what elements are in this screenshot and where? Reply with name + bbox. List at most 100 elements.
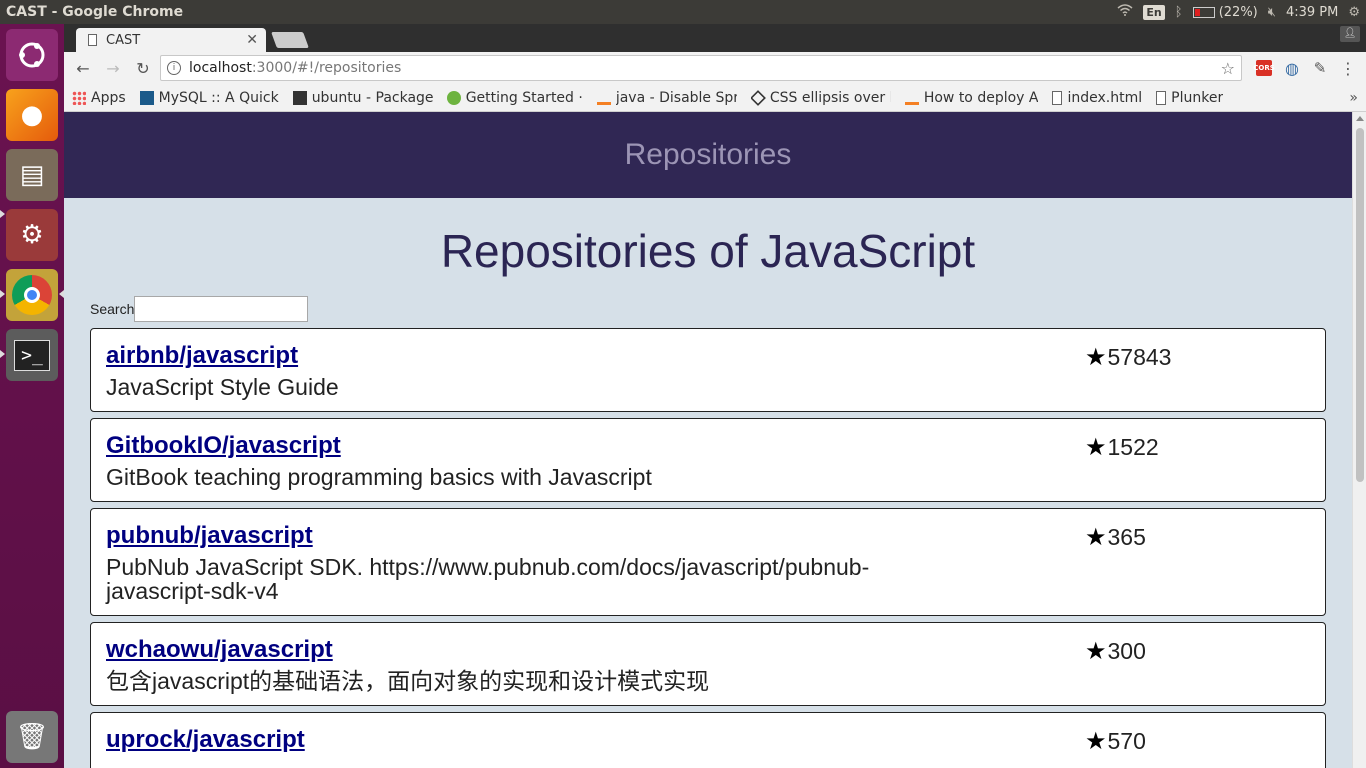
volume-muted-icon[interactable]: 🔇︎ xyxy=(1268,5,1276,20)
firefox-icon: ● xyxy=(20,100,44,130)
ubuntu-logo-icon xyxy=(19,42,45,68)
repo-list: airbnb/javascript JavaScript Style Guide… xyxy=(90,328,1326,768)
bookmark-label: Plunker xyxy=(1171,89,1224,106)
repo-link[interactable]: GitbookIO/javascript xyxy=(106,431,341,461)
running-indicator xyxy=(0,290,5,298)
kebab-menu-icon: ⋮ xyxy=(1340,58,1356,78)
info-icon[interactable]: i xyxy=(167,61,181,75)
cors-icon: CORS xyxy=(1253,60,1275,76)
bookmark-label: MySQL :: A Quick xyxy=(158,89,279,106)
repo-card: GitbookIO/javascript GitBook teaching pr… xyxy=(90,418,1326,502)
bookmark-label: index.html xyxy=(1067,89,1143,106)
eyedropper-extension-button[interactable]: ✎ xyxy=(1308,56,1332,80)
battery-indicator[interactable]: (22%) xyxy=(1192,4,1258,20)
bookmarks-overflow-button[interactable]: » xyxy=(1349,90,1358,106)
app-header-title: Repositories xyxy=(624,138,792,171)
repo-card: uprock/javascript ★ 570 xyxy=(90,712,1326,768)
launcher-chrome[interactable] xyxy=(6,269,58,321)
wifi-icon[interactable] xyxy=(1117,4,1133,20)
file-cabinet-icon: ▤ xyxy=(19,160,45,190)
bookmark-apps[interactable]: Apps xyxy=(72,90,126,106)
profile-icon[interactable]: 👤︎ xyxy=(1340,26,1360,42)
url-host: localhost xyxy=(189,60,252,76)
forward-button[interactable]: → xyxy=(100,55,126,81)
search-input[interactable] xyxy=(134,296,309,322)
repo-link[interactable]: pubnub/javascript xyxy=(106,521,313,551)
repo-link[interactable]: uprock/javascript xyxy=(106,725,305,755)
star-icon: ★ xyxy=(1085,728,1107,755)
battery-percent: (22%) xyxy=(1218,4,1258,20)
system-tray: En ᛒ (22%) 🔇︎ 4:39 PM ⚙ xyxy=(1117,0,1366,24)
bookmark-java-disable[interactable]: java - Disable Spr xyxy=(596,90,737,106)
eyedropper-icon: ✎ xyxy=(1313,59,1327,77)
repo-link[interactable]: airbnb/javascript xyxy=(106,341,298,371)
scrollbar-thumb[interactable] xyxy=(1356,128,1364,482)
running-indicator xyxy=(0,210,5,218)
bookmark-label: Apps xyxy=(91,89,126,106)
page-title: Repositories of JavaScript xyxy=(440,225,976,277)
reload-button[interactable]: ↻ xyxy=(130,55,156,81)
window-title: CAST - Google Chrome xyxy=(6,4,184,20)
bookmark-star-icon[interactable]: ☆ xyxy=(1221,59,1235,78)
repo-card: airbnb/javascript JavaScript Style Guide… xyxy=(90,328,1326,412)
star-icon: ★ xyxy=(1085,524,1107,551)
page-scrollbar[interactable] xyxy=(1352,112,1366,768)
close-tab-icon[interactable]: ✕ xyxy=(246,32,258,48)
repo-stars: ★ 365 xyxy=(1085,523,1146,552)
page-viewport: Repositories Repositories of JavaScript … xyxy=(64,112,1366,768)
chrome-icon xyxy=(12,275,52,315)
launcher-trash[interactable]: 🗑︎ xyxy=(6,711,58,763)
bookmarks-bar: Apps MySQL :: A Quick ubuntu - Package G… xyxy=(64,84,1366,112)
page-icon xyxy=(1156,90,1167,105)
launcher-terminal[interactable]: >_ xyxy=(6,329,58,381)
tab-title: CAST xyxy=(106,32,141,48)
star-count: 57843 xyxy=(1107,344,1172,370)
address-bar[interactable]: i localhost:3000/#!/repositories ☆ xyxy=(160,55,1242,81)
launcher-system-settings[interactable]: ⚙ xyxy=(6,209,58,261)
page-icon xyxy=(1052,90,1063,105)
bluetooth-icon[interactable]: ᛒ xyxy=(1175,5,1183,20)
repo-description: GitBook teaching programming basics with… xyxy=(106,464,652,490)
bookmark-ubuntu-package[interactable]: ubuntu - Package xyxy=(292,90,433,106)
star-count: 365 xyxy=(1107,524,1146,550)
bookmark-label: How to deploy A xyxy=(923,89,1039,106)
launcher: ● ▤ ⚙ >_ 🗑︎ xyxy=(0,24,64,768)
new-tab-button[interactable] xyxy=(271,32,309,48)
launcher-files[interactable]: ▤ xyxy=(6,149,58,201)
repo-description: PubNub JavaScript SDK. https://www.pubnu… xyxy=(106,554,870,604)
globe-extension-button[interactable]: ◍ xyxy=(1280,56,1304,80)
ubuntu-icon xyxy=(292,90,307,105)
keyboard-layout-indicator[interactable]: En xyxy=(1143,4,1165,20)
star-icon: ★ xyxy=(1085,638,1107,665)
gear-icon[interactable]: ⚙ xyxy=(1348,5,1360,20)
battery-icon xyxy=(1192,6,1215,18)
page-icon xyxy=(88,34,97,46)
scroll-up-arrow-icon[interactable] xyxy=(1356,116,1364,121)
repo-link[interactable]: wchaowu/javascript xyxy=(106,635,333,665)
bookmark-how-to-deploy[interactable]: How to deploy A xyxy=(904,89,1039,106)
bookmark-css-ellipsis[interactable]: CSS ellipsis over l xyxy=(750,89,891,106)
terminal-icon: >_ xyxy=(14,339,50,371)
tab-cast[interactable]: CAST ✕ xyxy=(76,28,266,52)
codepen-icon xyxy=(750,89,766,106)
stackoverflow-icon xyxy=(596,90,611,105)
clock[interactable]: 4:39 PM xyxy=(1286,5,1338,20)
bookmark-mysql[interactable]: MySQL :: A Quick xyxy=(139,89,279,106)
apps-icon xyxy=(72,90,86,105)
cors-extension-button[interactable]: CORS xyxy=(1252,56,1276,80)
bookmark-label: Getting Started · xyxy=(465,89,583,106)
bookmark-index-html[interactable]: index.html xyxy=(1052,90,1142,106)
search-label: Search xyxy=(90,301,135,317)
back-button[interactable]: ← xyxy=(70,55,96,81)
browser-toolbar: ← → ↻ i localhost:3000/#!/repositories ☆… xyxy=(64,52,1366,84)
star-count: 300 xyxy=(1107,638,1146,664)
bookmark-plunker[interactable]: Plunker xyxy=(1156,90,1223,106)
stackoverflow-icon xyxy=(904,90,919,105)
launcher-firefox[interactable]: ● xyxy=(6,89,58,141)
repo-stars: ★ 1522 xyxy=(1085,433,1159,462)
repo-card: pubnub/javascript PubNub JavaScript SDK.… xyxy=(90,508,1326,616)
chrome-menu-button[interactable]: ⋮ xyxy=(1336,56,1360,80)
repo-description: JavaScript Style Guide xyxy=(106,374,339,400)
launcher-ubuntu-dash[interactable] xyxy=(6,29,58,81)
bookmark-getting-started[interactable]: Getting Started · xyxy=(446,89,583,106)
